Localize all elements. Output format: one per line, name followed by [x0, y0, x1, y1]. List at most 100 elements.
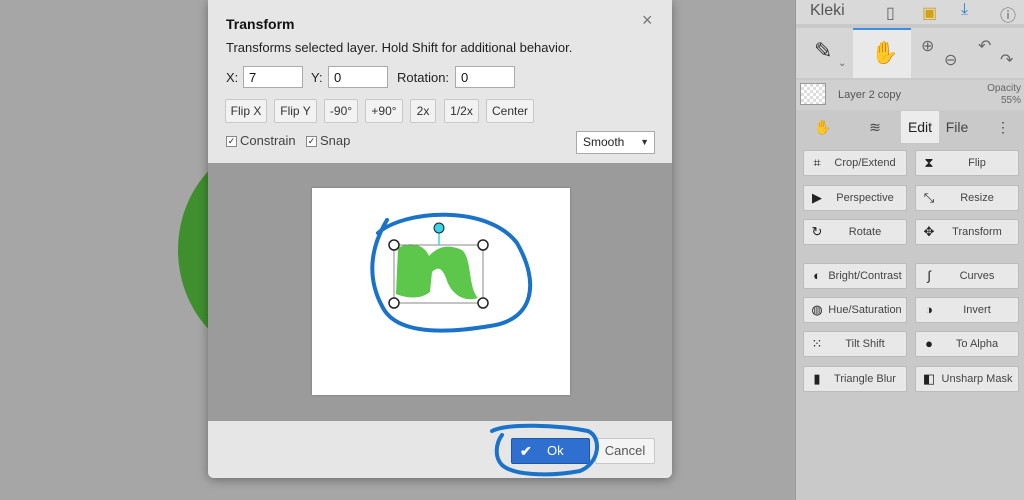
- unsharp-mask-icon: ◧: [922, 371, 936, 386]
- tabs-row: ✋ ≋ Edit File ⋮: [796, 111, 1024, 143]
- snap-checkbox[interactable]: ✓ Snap: [306, 133, 350, 148]
- tab-hand[interactable]: ✋: [800, 111, 846, 143]
- hue-icon: ◍: [811, 302, 823, 317]
- preview-drawing: [370, 212, 532, 333]
- tilt-shift-icon: ⁙: [811, 336, 823, 351]
- undo-icon[interactable]: ↶: [978, 36, 991, 56]
- resize-icon: ⤡: [923, 190, 935, 205]
- zoom-in-icon[interactable]: ⊕: [921, 36, 934, 56]
- filter-label: Tilt Shift: [845, 338, 885, 350]
- redo-icon[interactable]: ↷: [1000, 50, 1013, 70]
- cancel-button[interactable]: Cancel: [595, 438, 655, 464]
- transform-preview-area: [208, 163, 672, 421]
- invert-button[interactable]: ◑ Invert: [915, 297, 1019, 323]
- rotate-minus-90-button[interactable]: -90°: [324, 99, 358, 123]
- x-input[interactable]: [243, 66, 303, 88]
- corner-handle-top-left[interactable]: [388, 239, 400, 251]
- center-button[interactable]: Center: [486, 99, 534, 123]
- close-icon[interactable]: ×: [642, 10, 653, 31]
- layer-name: Layer 2 copy: [838, 89, 901, 101]
- flip-icon: ⧗: [924, 155, 934, 170]
- layers-icon: ≋: [869, 119, 881, 135]
- perspective-icon: ▶: [812, 190, 822, 205]
- x-label: X:: [226, 70, 239, 85]
- transform-dialog: Transform × Transforms selected layer. H…: [208, 0, 672, 478]
- filter-label: Triangle Blur: [834, 373, 896, 385]
- filter-label: Flip: [968, 157, 986, 169]
- filter-label: To Alpha: [955, 338, 999, 350]
- help-icon[interactable]: ⓘ: [1000, 2, 1016, 26]
- ok-button[interactable]: ✔ Ok: [511, 438, 590, 464]
- interpolation-select[interactable]: Smooth ▼: [576, 131, 655, 154]
- filter-label: Perspective: [836, 192, 894, 204]
- layer-row[interactable]: Layer 2 copy Opacity 55%: [796, 80, 1024, 110]
- hand-icon: ✋: [814, 119, 832, 135]
- rotation-label: Rotation:: [397, 70, 450, 85]
- flip-y-button[interactable]: Flip Y: [274, 99, 317, 123]
- right-sidebar: Kleki ▯ ▣ ⤓ ⓘ ✎ ⌄ ✋ ⊕ ⊖ ↶ ↷ Layer 2 copy…: [795, 0, 1024, 500]
- new-file-icon[interactable]: ▯: [886, 3, 895, 23]
- opacity-readout: Opacity 55%: [987, 83, 1021, 107]
- tab-file[interactable]: File: [939, 111, 975, 143]
- curves-icon: ∫: [927, 268, 931, 283]
- triangle-blur-button[interactable]: ▮ Triangle Blur: [803, 366, 907, 392]
- y-input[interactable]: [328, 66, 388, 88]
- opacity-value: 55%: [1000, 95, 1021, 106]
- to-alpha-icon: ●: [925, 336, 933, 351]
- corner-handle-bottom-left[interactable]: [388, 297, 400, 309]
- crop-extend-button[interactable]: ⌗ Crop/Extend: [803, 150, 907, 176]
- save-icon[interactable]: ▣: [922, 3, 937, 23]
- flip-button[interactable]: ⧗ Flip: [915, 150, 1019, 176]
- hue-saturation-button[interactable]: ◍ Hue/Saturation: [803, 297, 907, 323]
- tab-layers[interactable]: ≋: [852, 111, 898, 143]
- resize-button[interactable]: ⤡ Resize: [915, 185, 1019, 211]
- rotate-handle[interactable]: [433, 222, 445, 234]
- filter-label: Crop/Extend: [834, 157, 896, 169]
- filter-label: Resize: [960, 192, 994, 204]
- checkmark-icon: ✔: [520, 443, 532, 459]
- flip-x-button[interactable]: Flip X: [225, 99, 267, 123]
- tool-row: ✎ ⌄ ✋ ⊕ ⊖ ↶ ↷: [796, 28, 1024, 78]
- dialog-title: Transform: [226, 16, 295, 32]
- dialog-footer: ✔ Ok Cancel: [208, 421, 672, 478]
- unsharp-mask-button[interactable]: ◧ Unsharp Mask: [915, 366, 1019, 392]
- y-label: Y:: [311, 70, 323, 85]
- chevron-down-icon: ▼: [640, 137, 649, 147]
- corner-handle-top-right[interactable]: [477, 239, 489, 251]
- perspective-button[interactable]: ▶ Perspective: [803, 185, 907, 211]
- tab-edit[interactable]: Edit: [901, 111, 939, 143]
- scale-half-button[interactable]: 1/2x: [444, 99, 479, 123]
- preview-canvas[interactable]: [312, 188, 570, 395]
- to-alpha-button[interactable]: ● To Alpha: [915, 331, 1019, 357]
- chevron-down-icon[interactable]: ⌄: [838, 58, 846, 69]
- hand-tool-button[interactable]: ✋: [853, 28, 911, 78]
- filter-label: Transform: [952, 226, 1002, 238]
- triangle-blur-icon: ▮: [813, 371, 821, 386]
- constrain-checkbox[interactable]: ✓ Constrain: [226, 133, 296, 148]
- interpolation-value: Smooth: [583, 135, 625, 149]
- curves-button[interactable]: ∫ Curves: [915, 263, 1019, 289]
- layer-thumbnail: [800, 83, 826, 105]
- checkbox-check-icon: ✓: [226, 136, 237, 147]
- scale-2x-button[interactable]: 2x: [410, 99, 436, 123]
- rotate-plus-90-button[interactable]: +90°: [365, 99, 403, 123]
- brightness-icon: ◐: [813, 268, 821, 283]
- top-bar: Kleki ▯ ▣ ⤓ ⓘ: [796, 0, 1024, 26]
- filter-label: Bright/Contrast: [828, 270, 902, 282]
- corner-handle-bottom-right[interactable]: [477, 297, 489, 309]
- ok-label: Ok: [547, 443, 564, 458]
- brush-icon[interactable]: ✎: [814, 38, 832, 64]
- filter-label: Invert: [963, 304, 991, 316]
- transform-button[interactable]: ✥ Transform: [915, 219, 1019, 245]
- zoom-out-icon[interactable]: ⊖: [944, 50, 957, 70]
- tilt-shift-button[interactable]: ⁙ Tilt Shift: [803, 331, 907, 357]
- filter-label: Rotate: [848, 226, 882, 238]
- rotate-button[interactable]: ↻ Rotate: [803, 219, 907, 245]
- constrain-label: Constrain: [240, 133, 296, 148]
- download-icon[interactable]: ⤓: [961, 1, 968, 19]
- transform-icon: ✥: [923, 224, 935, 239]
- more-options-icon[interactable]: ⋮: [990, 111, 1016, 143]
- opacity-label: Opacity: [987, 83, 1021, 94]
- rotation-input[interactable]: [455, 66, 515, 88]
- bright-contrast-button[interactable]: ◐ Bright/Contrast: [803, 263, 907, 289]
